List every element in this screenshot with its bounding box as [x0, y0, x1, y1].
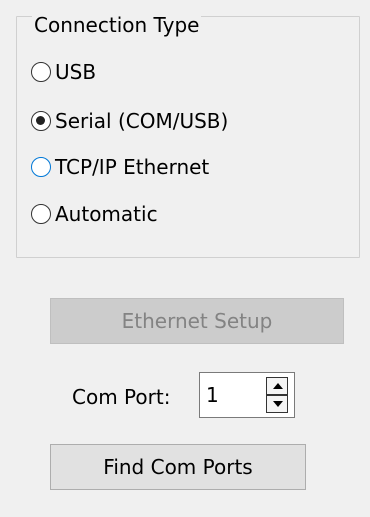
spin-up-button[interactable] — [266, 377, 288, 395]
radio-usb-label[interactable]: USB — [55, 60, 96, 84]
ethernet-setup-button[interactable]: Ethernet Setup — [50, 298, 344, 344]
radio-selected-dot-icon — [36, 116, 45, 125]
arrow-down-icon — [273, 401, 283, 407]
com-port-value[interactable]: 1 — [206, 383, 219, 407]
find-com-ports-button[interactable]: Find Com Ports — [50, 444, 306, 490]
com-port-label: Com Port: — [72, 385, 171, 409]
com-port-spinbox[interactable]: 1 — [199, 372, 295, 418]
spin-down-button[interactable] — [266, 395, 288, 413]
radio-tcpip-icon[interactable] — [31, 157, 51, 177]
radio-automatic-label[interactable]: Automatic — [55, 202, 158, 226]
arrow-up-icon — [273, 383, 283, 389]
com-port-spin-buttons[interactable] — [266, 377, 288, 413]
radio-automatic-icon[interactable] — [31, 204, 51, 224]
radio-option-tcpip[interactable]: TCP/IP Ethernet — [31, 152, 209, 182]
radio-serial-icon[interactable] — [31, 111, 51, 131]
radio-tcpip-label[interactable]: TCP/IP Ethernet — [55, 155, 209, 179]
radio-option-serial[interactable]: Serial (COM/USB) — [31, 106, 228, 136]
radio-usb-icon[interactable] — [31, 62, 51, 82]
connection-type-title: Connection Type — [32, 13, 202, 37]
radio-serial-label[interactable]: Serial (COM/USB) — [55, 109, 228, 133]
radio-option-automatic[interactable]: Automatic — [31, 199, 158, 229]
radio-option-usb[interactable]: USB — [31, 57, 96, 87]
